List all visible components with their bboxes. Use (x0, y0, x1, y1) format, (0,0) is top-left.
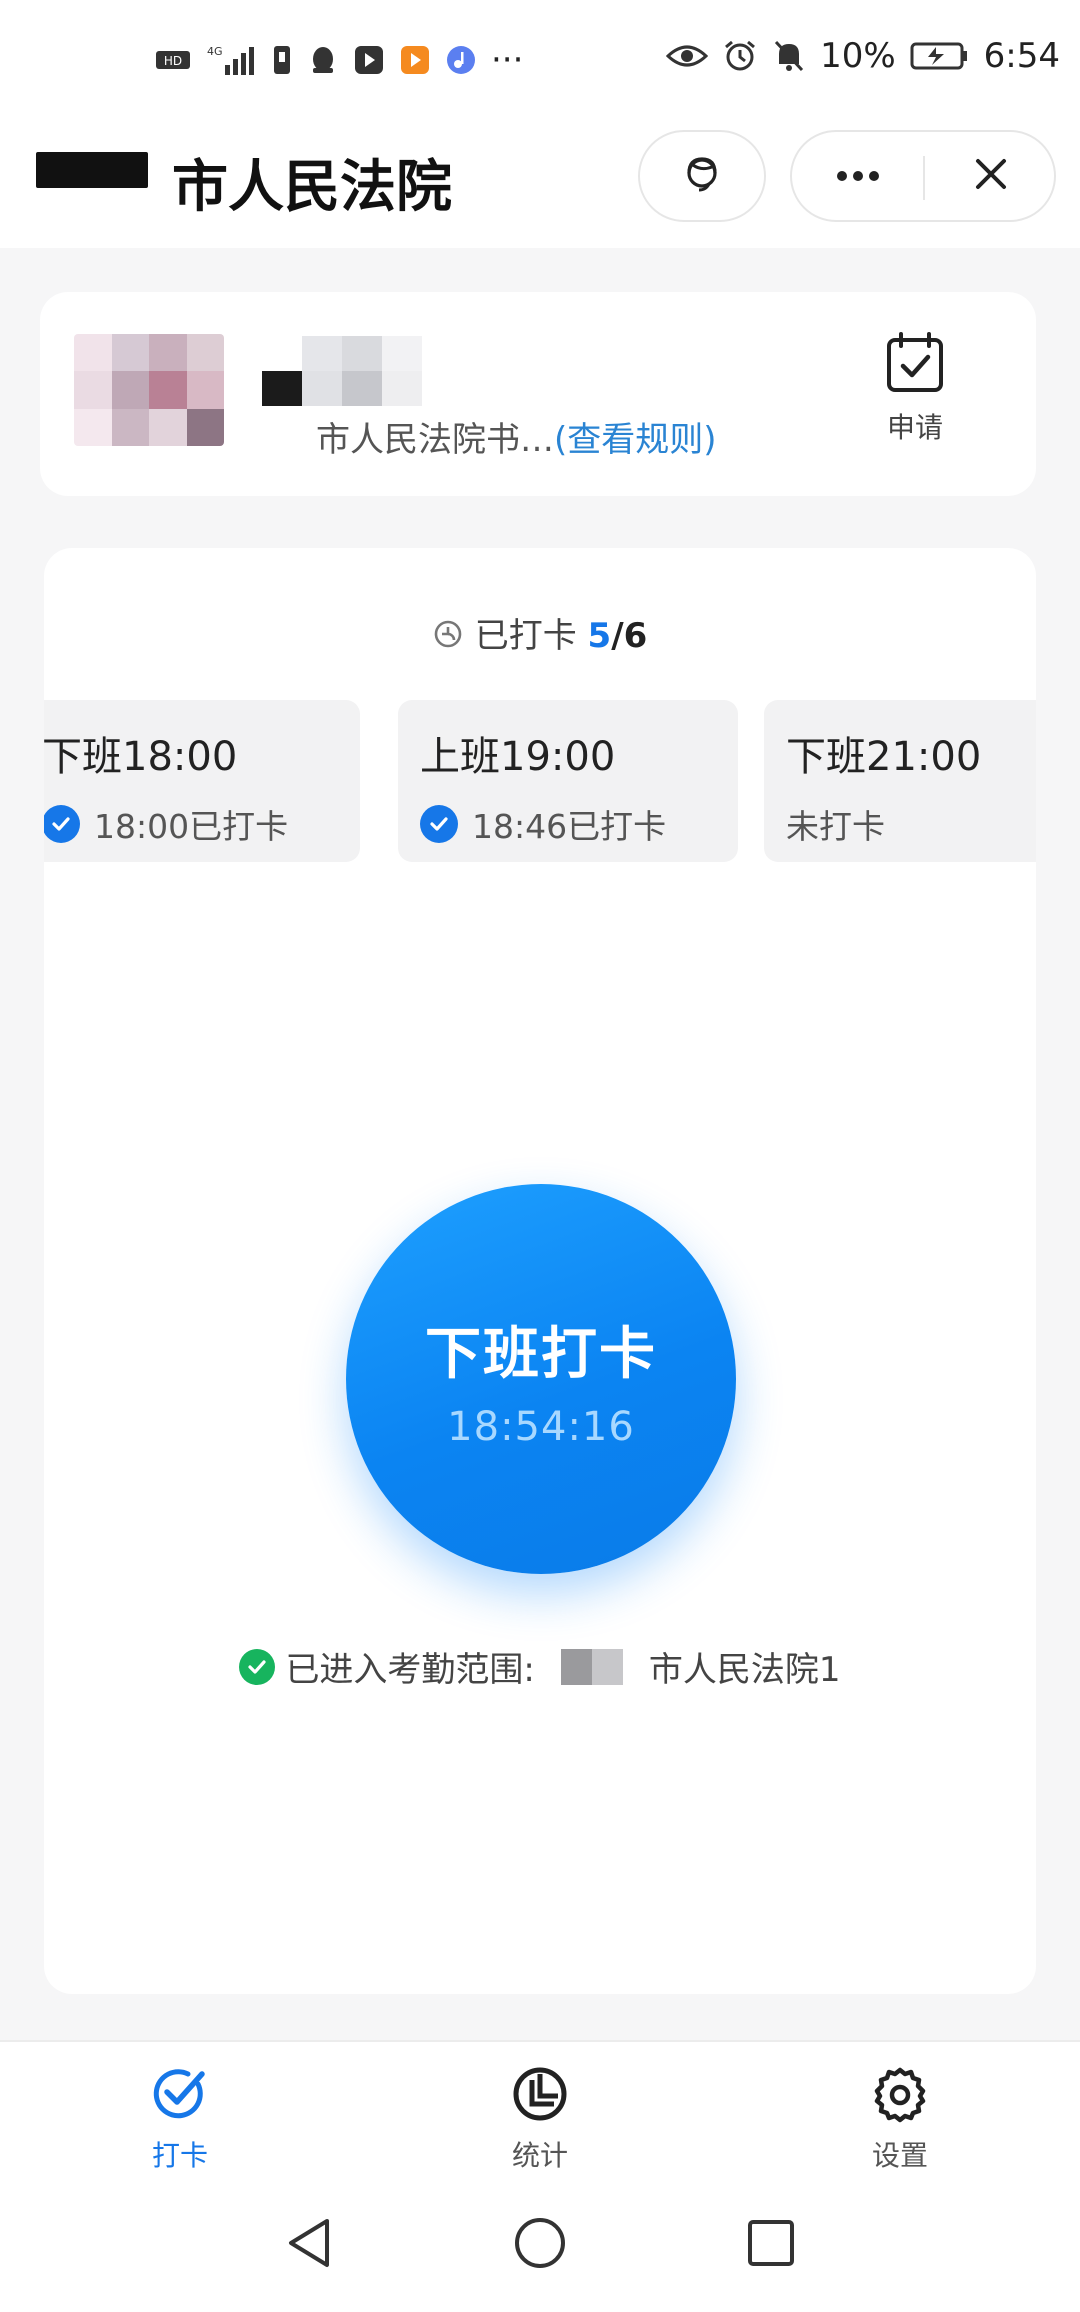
qq-icon (307, 44, 339, 76)
battery-charging-icon (910, 40, 970, 72)
play-app-icon (399, 44, 431, 76)
view-rules-link[interactable]: (查看规则) (554, 420, 717, 460)
app-header: 市人民法院 (0, 120, 1080, 248)
range-location: 市人民法院1 (648, 1650, 841, 1690)
attendance-range-status: 已进入考勤范围: 市人民法院1 (44, 1642, 1036, 1691)
apply-button[interactable]: 申请 (860, 330, 970, 460)
bottom-tab-bar: 打卡 统计 设置 (0, 2040, 1080, 2182)
tab-punch[interactable]: 打卡 (80, 2064, 280, 2174)
status-left-icons: HD 4G ··· (155, 40, 523, 80)
pie-chart-icon (510, 2067, 570, 2128)
shift-item[interactable]: 下班21:00 未打卡 (764, 700, 1036, 862)
more-button[interactable] (792, 132, 923, 220)
check-badge-icon (150, 2069, 210, 2128)
headset-icon (679, 151, 725, 201)
shift-title: 上班19:00 (420, 734, 616, 780)
range-text: 已进入考勤范围: (285, 1650, 535, 1690)
status-right-icons: 10% 6:54 (666, 36, 1060, 76)
more-notifications: ··· (491, 40, 524, 80)
gear-icon (870, 2067, 930, 2128)
avatar (74, 334, 224, 446)
eye-icon (666, 42, 709, 70)
tab-label: 设置 (871, 2139, 928, 2172)
more-dots-icon (836, 167, 880, 186)
back-triangle-icon (283, 2215, 335, 2275)
progress-done: 5 (587, 616, 612, 656)
video-app-icon (353, 44, 385, 76)
shift-status: 未打卡 (786, 800, 1036, 848)
progress-total: /6 (611, 616, 648, 656)
rule-group-name: 市人民法院书… (316, 420, 554, 460)
user-name-redacted (262, 336, 422, 406)
system-nav-bar (0, 2180, 1080, 2312)
shift-status: 18:46已打卡 (420, 800, 718, 848)
clock: 6:54 (983, 36, 1060, 76)
shift-status-text: 18:00已打卡 (94, 807, 289, 846)
shift-status-text: 未打卡 (786, 807, 885, 846)
shift-item[interactable]: 上班19:00 18:46已打卡 (398, 700, 738, 862)
shift-status: 18:00已打卡 (44, 800, 340, 848)
tab-label: 统计 (511, 2139, 568, 2172)
location-redacted (560, 1648, 623, 1685)
clock-progress-icon (433, 618, 463, 658)
apply-label: 申请 (886, 411, 943, 444)
progress-prefix: 已打卡 (474, 616, 577, 656)
sim-card-icon (271, 44, 293, 76)
tab-label: 打卡 (151, 2139, 208, 2172)
checked-icon (420, 805, 458, 843)
attendance-rule: 市人民法院书…(查看规则) (316, 412, 717, 461)
calendar-check-icon (883, 332, 947, 400)
customer-service-button[interactable] (638, 130, 766, 222)
recents-square-icon (745, 2217, 797, 2273)
success-check-icon (239, 1648, 276, 1685)
close-icon (973, 156, 1009, 196)
svg-text:HD: HD (164, 54, 182, 68)
checked-icon (44, 805, 80, 843)
battery-percent: 10% (820, 36, 896, 76)
tab-settings[interactable]: 设置 (800, 2064, 1000, 2174)
music-app-icon (445, 44, 477, 76)
redacted-prefix (36, 152, 148, 188)
shift-item[interactable]: 下班18:00 18:00已打卡 (44, 700, 360, 862)
shift-status-text: 18:46已打卡 (472, 807, 667, 846)
close-button[interactable] (925, 132, 1056, 220)
punch-time: 18:54:16 (447, 1403, 635, 1450)
shift-list: 下班18:00 18:00已打卡 上班19:00 18:46已打卡 下班21:0… (44, 700, 1036, 862)
network-type: 4G (207, 45, 223, 58)
mute-icon (772, 38, 806, 74)
profile-card: 市人民法院书…(查看规则) 申请 (40, 292, 1036, 496)
punch-out-button[interactable]: 下班打卡 18:54:16 (346, 1184, 736, 1574)
back-button[interactable] (274, 2210, 344, 2280)
recents-button[interactable] (736, 2210, 806, 2280)
page-title: 市人民法院 (172, 155, 452, 220)
shift-title: 下班18:00 (44, 734, 238, 780)
hd-icon: HD (155, 47, 191, 73)
punch-label: 下班打卡 (425, 1321, 657, 1387)
punch-card: 已打卡 5/6 下班18:00 18:00已打卡 上班19:00 18:46已打… (44, 548, 1036, 1994)
shift-title: 下班21:00 (786, 734, 982, 780)
signal-icon: 4G (205, 43, 257, 77)
home-circle-icon (512, 2215, 568, 2275)
home-button[interactable] (505, 2210, 575, 2280)
tab-statistics[interactable]: 统计 (440, 2064, 640, 2174)
punch-progress: 已打卡 5/6 (44, 608, 1036, 658)
alarm-icon (722, 38, 758, 74)
mini-program-capsule (790, 130, 1056, 222)
status-bar: HD 4G ··· 10% 6:54 (0, 0, 1080, 120)
